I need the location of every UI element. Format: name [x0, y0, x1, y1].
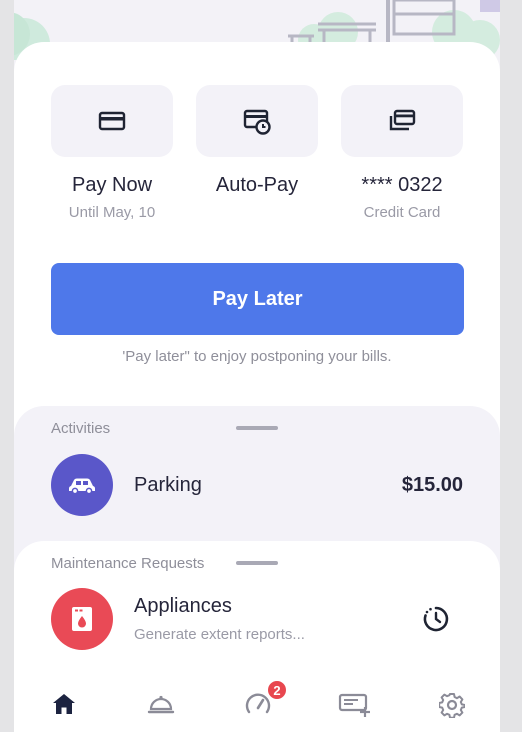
nav-home[interactable] — [44, 692, 84, 726]
maintenance-title: Maintenance Requests — [51, 555, 205, 572]
auto-pay-label: Auto-Pay — [215, 174, 299, 196]
card-type-label: Credit Card — [363, 204, 441, 221]
appliances-icon-circle — [51, 588, 113, 650]
home-icon — [53, 694, 75, 714]
card-icon — [98, 111, 126, 131]
card-number-label: **** 0322 — [361, 174, 443, 196]
nav-add-request[interactable] — [335, 692, 375, 726]
maintenance-drag-handle[interactable] — [236, 561, 278, 565]
app-screen: Pay Now Until May, 10 Auto-Pay **** 0322… — [14, 0, 500, 732]
gear-icon — [439, 693, 465, 718]
washing-machine-icon — [72, 607, 92, 631]
appliances-label[interactable]: Appliances — [134, 595, 232, 618]
pay-now-label: Pay Now — [71, 174, 153, 196]
car-icon — [69, 478, 95, 495]
nav-settings[interactable] — [432, 692, 472, 726]
pending-clock-icon[interactable] — [422, 605, 450, 633]
service-bell-icon — [147, 695, 175, 714]
activities-drag-handle[interactable] — [236, 426, 278, 430]
nav-services[interactable] — [141, 692, 181, 726]
bottom-nav — [14, 680, 500, 732]
credit-card-tile[interactable] — [341, 85, 463, 157]
card-clock-icon — [243, 109, 271, 135]
pay-now-due-date: Until May, 10 — [68, 204, 156, 221]
payment-card: Pay Now Until May, 10 Auto-Pay **** 0322… — [14, 42, 500, 462]
cards-stack-icon — [389, 109, 416, 131]
notification-badge: 2 — [266, 679, 288, 701]
pay-later-button[interactable]: Pay Later — [51, 263, 464, 335]
parking-label[interactable]: Parking — [134, 474, 202, 497]
activities-title: Activities — [51, 420, 111, 437]
auto-pay-tile[interactable] — [196, 85, 318, 157]
pay-later-hint: 'Pay later" to enjoy postponing your bil… — [122, 348, 392, 365]
pay-now-tile[interactable] — [51, 85, 173, 157]
parking-icon-circle — [51, 454, 113, 516]
parking-amount: $15.00 — [401, 474, 463, 496]
appliances-description: Generate extent reports... — [134, 626, 305, 643]
add-request-icon — [338, 693, 370, 717]
